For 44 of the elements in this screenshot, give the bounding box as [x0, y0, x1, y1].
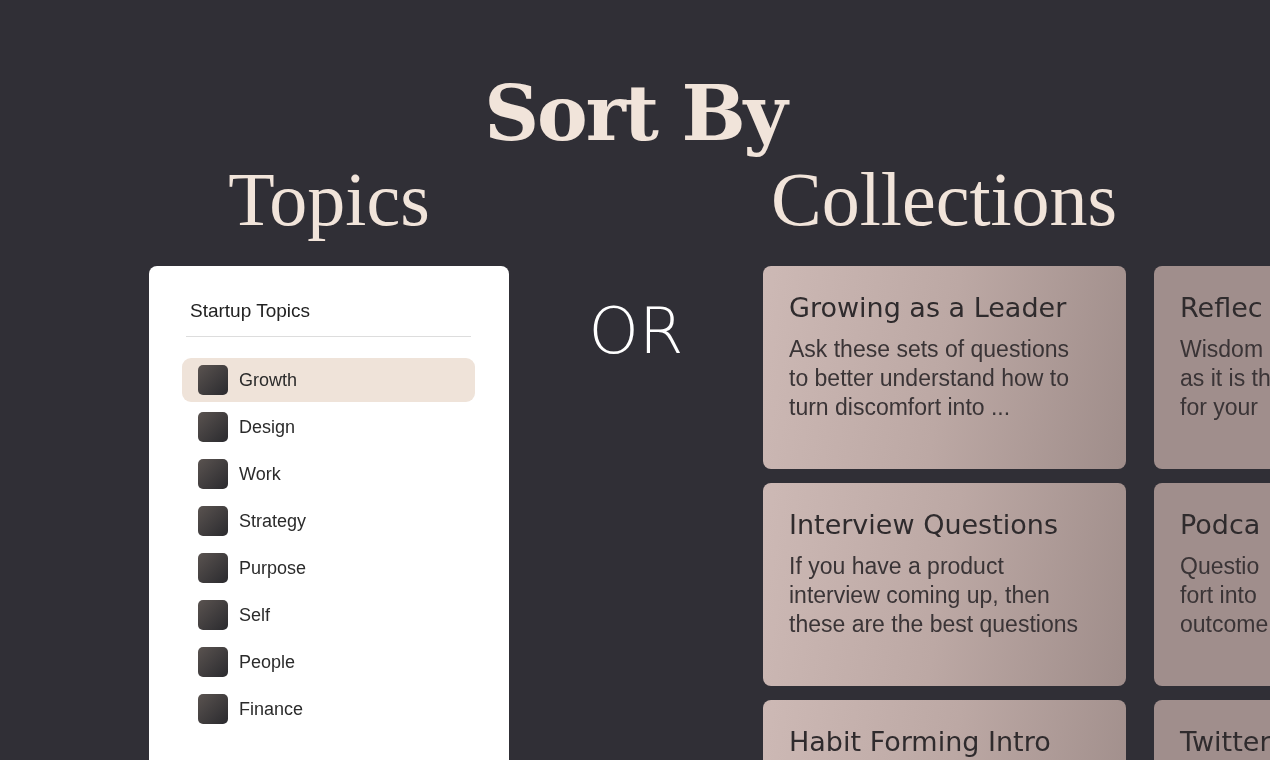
- topic-label: Work: [239, 463, 281, 485]
- topic-item[interactable]: Work: [182, 452, 475, 496]
- photo-placeholder: [198, 459, 228, 489]
- topic-item[interactable]: Strategy: [182, 499, 475, 543]
- topic-label: People: [239, 651, 296, 673]
- collection-card[interactable]: Interview Questions If you have a product interview coming up, then these are the best questions: [763, 483, 1126, 686]
- photo-placeholder: [198, 600, 228, 630]
- collection-card[interactable]: Habit Forming Intro: [763, 700, 1126, 760]
- card-description: If you have a product interview coming up, then these are the best questions: [789, 552, 1079, 639]
- card-title: Growing as a Leader: [789, 292, 1068, 323]
- card-description: Questio fort into outcome: [1180, 552, 1270, 639]
- topic-item[interactable]: Finance: [182, 687, 475, 731]
- topic-label: Growth: [239, 369, 298, 391]
- photo-placeholder: [198, 553, 228, 583]
- topic-item[interactable]: People: [182, 640, 475, 684]
- card-description: Ask these sets of questions to better understand how to turn discomfort into ...: [789, 335, 1071, 422]
- photo-placeholder: [198, 365, 228, 395]
- or-divider-text: OR: [588, 294, 684, 368]
- topic-label: Self: [239, 604, 271, 626]
- photo-placeholder: [198, 506, 228, 536]
- topic-label: Design: [239, 416, 296, 438]
- topic-item[interactable]: Design: [182, 405, 475, 449]
- card-title: Reflec: [1180, 292, 1264, 323]
- photo-placeholder: [198, 412, 228, 442]
- collections-heading: Collections: [771, 157, 1118, 243]
- topic-item[interactable]: Growth: [182, 358, 475, 402]
- collection-card[interactable]: Growing as a Leader Ask these sets of questions to better understand how to turn discomfort into ...: [763, 266, 1126, 469]
- panel-title: Startup Topics: [186, 300, 471, 337]
- topic-item[interactable]: Self: [182, 593, 475, 637]
- collection-card[interactable]: Twitter: [1154, 700, 1270, 760]
- collection-card[interactable]: Reflec Wisdom as it is th for your: [1154, 266, 1270, 469]
- card-description: Wisdom as it is th for your: [1180, 335, 1270, 422]
- card-title: Interview Questions: [789, 509, 1059, 540]
- card-title: Podca: [1180, 509, 1262, 540]
- photo-placeholder: [198, 694, 228, 724]
- photo-placeholder: [198, 647, 228, 677]
- topics-heading: Topics: [228, 156, 430, 243]
- topic-item[interactable]: Purpose: [182, 546, 475, 590]
- topic-label: Finance: [239, 698, 304, 720]
- card-title: Twitter: [1180, 726, 1270, 757]
- collection-card[interactable]: Podca Questio fort into outcome: [1154, 483, 1270, 686]
- topic-label: Purpose: [239, 557, 307, 579]
- card-title: Habit Forming Intro: [789, 726, 1052, 757]
- topic-label: Strategy: [239, 510, 307, 532]
